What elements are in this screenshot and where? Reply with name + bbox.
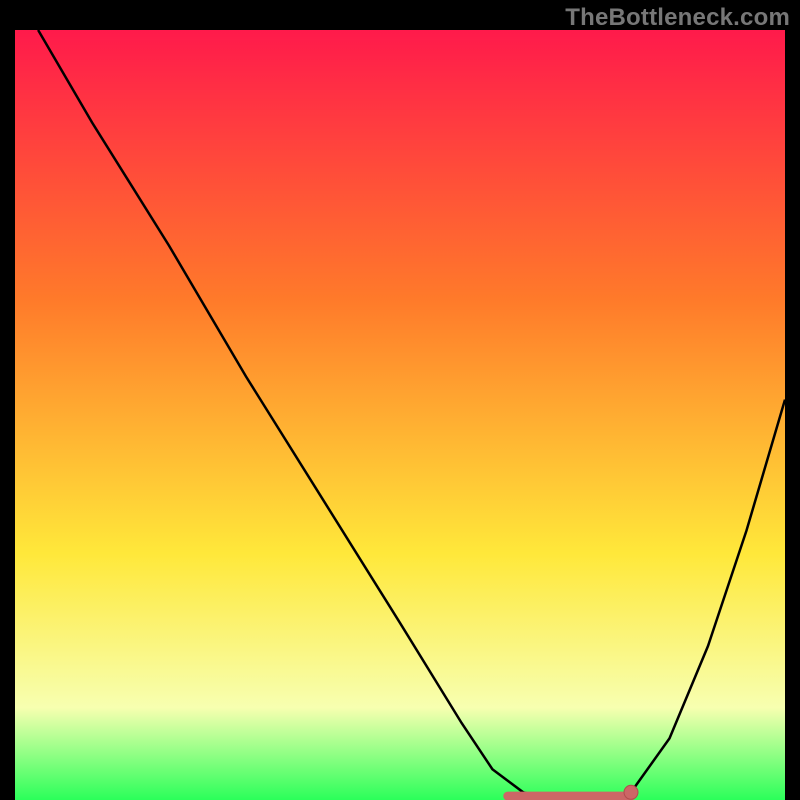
- chart-stage: TheBottleneck.com: [0, 0, 800, 800]
- gradient-background: [15, 30, 785, 800]
- bottleneck-plot: [15, 30, 785, 800]
- optimal-point-marker: [624, 785, 638, 799]
- watermark-text: TheBottleneck.com: [565, 4, 790, 32]
